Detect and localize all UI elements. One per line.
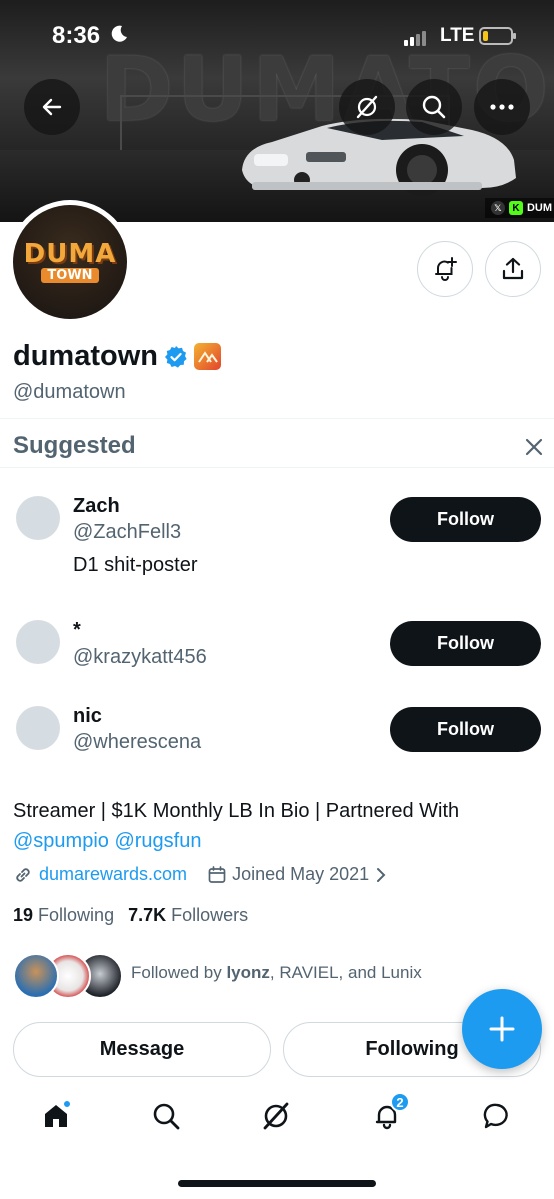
profile-handle: @dumatown — [13, 381, 126, 403]
search-icon — [153, 1103, 180, 1130]
website-link[interactable]: dumarewards.com — [39, 864, 187, 885]
moon-icon — [111, 25, 127, 42]
network-label: LTE — [440, 25, 475, 46]
battery-icon — [479, 27, 516, 45]
grok-icon — [263, 1102, 289, 1130]
followers-count-link[interactable]: 7.7K Followers — [128, 905, 248, 926]
name-row: dumatown — [13, 340, 221, 373]
calendar-icon — [208, 865, 226, 883]
followed-by-name: lyonz — [226, 963, 270, 982]
followed-by-rest: , RAVIEL, and Lunix — [269, 963, 422, 982]
more-button[interactable] — [474, 79, 530, 135]
verified-icon[interactable] — [164, 345, 188, 369]
kick-logo-icon: K — [508, 201, 523, 215]
x-logo-icon: 𝕏 — [490, 201, 505, 215]
followed-by-avatars[interactable] — [13, 953, 123, 999]
profile-banner[interactable]: DUMATOWN 8:36 LTE — [0, 0, 554, 222]
profile-bio: Streamer | $1K Monthly LB In Bio | Partn… — [13, 796, 543, 856]
followed-by-prefix: Followed by — [131, 963, 227, 982]
follow-button[interactable]: Follow — [390, 621, 541, 666]
compose-button[interactable] — [462, 989, 542, 1069]
compose-plus-icon — [489, 1016, 515, 1042]
grok-icon — [356, 95, 378, 119]
nav-search[interactable] — [146, 1096, 186, 1136]
avatar — [13, 953, 59, 999]
share-button[interactable] — [485, 241, 541, 297]
grok-button[interactable] — [339, 79, 395, 135]
share-icon — [502, 257, 524, 280]
follow-counts: 19 Following 7.7K Followers — [13, 905, 248, 926]
suggested-name[interactable]: nic — [73, 705, 102, 728]
follow-button[interactable]: Follow — [390, 707, 541, 752]
notification-plus-icon — [435, 257, 457, 281]
bio-mention[interactable]: @spumpio — [13, 830, 109, 852]
banner-credit: 𝕏 K DUM — [484, 198, 554, 218]
back-arrow-icon — [42, 98, 62, 116]
divider — [0, 418, 554, 419]
following-count-link[interactable]: 19 Following — [13, 905, 114, 926]
nav-notifications[interactable]: 2 — [367, 1092, 410, 1136]
profile-meta: dumarewards.com Joined May 2021 — [13, 864, 387, 885]
message-button[interactable]: Message — [13, 1022, 271, 1077]
avatar-logo: DUMA TOWN — [13, 205, 127, 319]
nav-messages[interactable] — [477, 1096, 517, 1136]
new-posts-dot — [63, 1100, 71, 1108]
divider — [0, 467, 554, 468]
followed-by-text[interactable]: Followed by lyonz, RAVIEL, and Lunix — [131, 963, 422, 983]
follow-button[interactable]: Follow — [390, 497, 541, 542]
suggested-title: Suggested — [13, 432, 136, 459]
avatar-logo-bottom: TOWN — [41, 268, 99, 283]
following-count: 19 — [13, 905, 34, 925]
status-time: 8:36 — [52, 22, 101, 49]
suggested-avatar[interactable] — [16, 620, 60, 664]
more-icon — [490, 104, 514, 110]
banner-credit-text: DUM — [526, 202, 552, 214]
search-icon — [422, 95, 446, 119]
suggested-handle: @wherescena — [73, 731, 202, 753]
affiliate-badge[interactable] — [194, 343, 221, 370]
bio-mention[interactable]: @rugsfun — [114, 830, 201, 852]
chevron-right-icon — [377, 867, 386, 882]
suggested-name[interactable]: * — [73, 619, 81, 642]
status-bar: 8:36 LTE — [0, 0, 554, 72]
link-icon — [16, 867, 30, 882]
back-button[interactable] — [24, 79, 80, 135]
suggested-handle: @ZachFell3 — [73, 521, 182, 543]
notifications-toggle-button[interactable] — [417, 241, 473, 297]
bio-text: Streamer | $1K Monthly LB In Bio | Partn… — [13, 800, 460, 822]
suggested-handle: @krazykatt456 — [73, 646, 207, 668]
home-indicator[interactable] — [178, 1180, 376, 1187]
joined-date[interactable]: Joined May 2021 — [232, 864, 369, 885]
suggested-bio: D1 shit-poster — [73, 554, 198, 576]
avatar-logo-top: DUMA — [23, 239, 117, 269]
followers-label: Followers — [171, 905, 249, 925]
following-label: Following — [38, 905, 115, 925]
followers-count: 7.7K — [128, 905, 167, 925]
display-name: dumatown — [13, 340, 158, 372]
close-icon[interactable] — [522, 435, 546, 459]
chat-icon — [483, 1103, 508, 1129]
profile-avatar[interactable]: DUMA TOWN — [8, 200, 132, 324]
affiliate-logo-icon — [197, 350, 218, 363]
nav-home[interactable] — [36, 1096, 76, 1136]
suggested-name[interactable]: Zach — [73, 495, 120, 518]
suggested-avatar[interactable] — [16, 496, 60, 540]
search-button[interactable] — [406, 79, 462, 135]
notifications-badge: 2 — [390, 1092, 410, 1112]
suggested-avatar[interactable] — [16, 706, 60, 750]
signal-icon — [404, 28, 428, 46]
nav-grok[interactable] — [256, 1096, 296, 1136]
